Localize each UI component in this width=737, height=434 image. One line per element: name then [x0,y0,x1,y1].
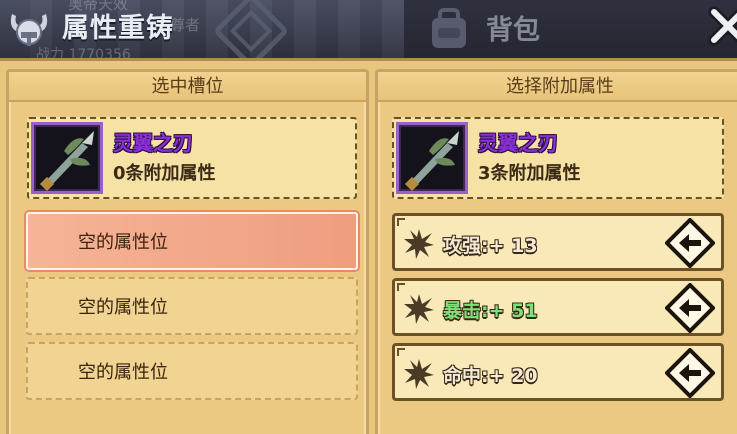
item-attr-count: 0条附加属性 [113,163,216,184]
choose-attribute-panel: 选择附加属性 灵翼之刃 3条附加属性 攻强:+ 13 暴击:+ 51 命中:+ … [375,69,737,434]
left-panel-heading: 选中槽位 [9,72,366,102]
source-item-card[interactable]: 灵翼之刃 3条附加属性 [392,117,724,199]
slot-label: 空的属性位 [78,362,168,383]
burst-icon [404,359,434,389]
corner-deco [397,218,405,226]
corner-deco [397,348,405,356]
bag-tab-label[interactable]: 背包 [486,8,540,47]
item-name: 灵翼之刃 [113,131,193,155]
arrow-left-icon[interactable] [665,348,715,398]
close-icon[interactable] [708,4,737,48]
attribute-text: 命中:+ 20 [443,365,538,387]
selected-item-card[interactable]: 灵翼之刃 0条附加属性 [27,117,357,199]
attribute-text: 攻强:+ 13 [443,235,538,257]
sword-icon [39,131,94,192]
item-icon-frame [396,122,468,194]
burst-icon [404,229,434,259]
attribute-row-1[interactable]: 攻强:+ 13 [392,213,724,271]
item-icon-frame [31,122,103,194]
right-panel-heading: 选择附加属性 [378,72,737,102]
attribute-slot-1[interactable]: 空的属性位 [26,212,358,270]
selected-slot-panel: 选中槽位 灵翼之刃 0条附加属性 空的属性位 空的属性位 空的属性位 [6,69,369,434]
arrow-left-icon[interactable] [665,283,715,333]
slot-label: 空的属性位 [78,232,168,253]
attribute-text: 暴击:+ 51 [443,300,538,322]
item-name: 灵翼之刃 [478,131,558,155]
burst-icon [404,294,434,324]
attribute-row-2[interactable]: 暴击:+ 51 [392,278,724,336]
attribute-slot-2[interactable]: 空的属性位 [26,277,358,335]
sword-icon [404,131,459,192]
reforge-frame: 选中槽位 灵翼之刃 0条附加属性 空的属性位 空的属性位 空的属性位 选择附加属… [0,58,737,434]
horn-helmet-icon [10,14,48,46]
page-title: 属性重铸 [62,13,174,44]
attribute-slot-3[interactable]: 空的属性位 [26,342,358,400]
slot-label: 空的属性位 [78,297,168,318]
item-attr-count: 3条附加属性 [478,163,581,184]
attribute-row-3[interactable]: 命中:+ 20 [392,343,724,401]
bag-icon[interactable] [424,4,474,54]
window-header: 奥帝天效 尊者 战力 1770356 属性重铸 背包 [0,0,737,62]
corner-deco [397,283,405,291]
faint-player-role: 尊者 [170,16,201,34]
arrow-left-icon[interactable] [665,218,715,268]
